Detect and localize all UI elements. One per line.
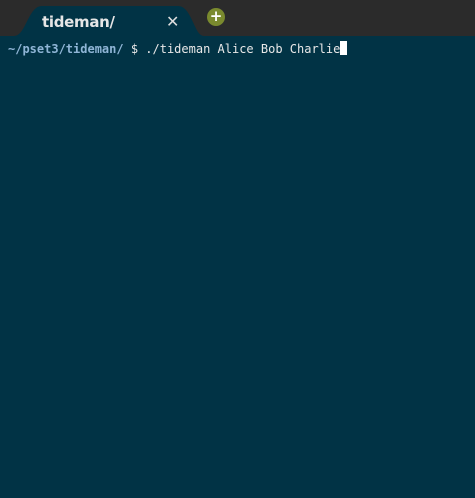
prompt-symbol: $: [123, 42, 146, 56]
close-icon[interactable]: ✕: [166, 12, 179, 31]
tab-title: tideman/: [42, 13, 115, 31]
tab-bar: tideman/ ✕ +: [0, 0, 475, 36]
text-cursor: [340, 41, 348, 55]
terminal[interactable]: ~/pset3/tideman/ $ ./tideman Alice Bob C…: [8, 41, 348, 56]
tab-tideman[interactable]: tideman/ ✕: [14, 6, 204, 36]
terminal-command: ./tideman Alice Bob Charlie: [145, 42, 341, 56]
terminal-prompt: ~/pset3/tideman/: [8, 42, 124, 56]
add-tab-button[interactable]: +: [207, 8, 225, 26]
plus-icon: +: [209, 7, 223, 25]
